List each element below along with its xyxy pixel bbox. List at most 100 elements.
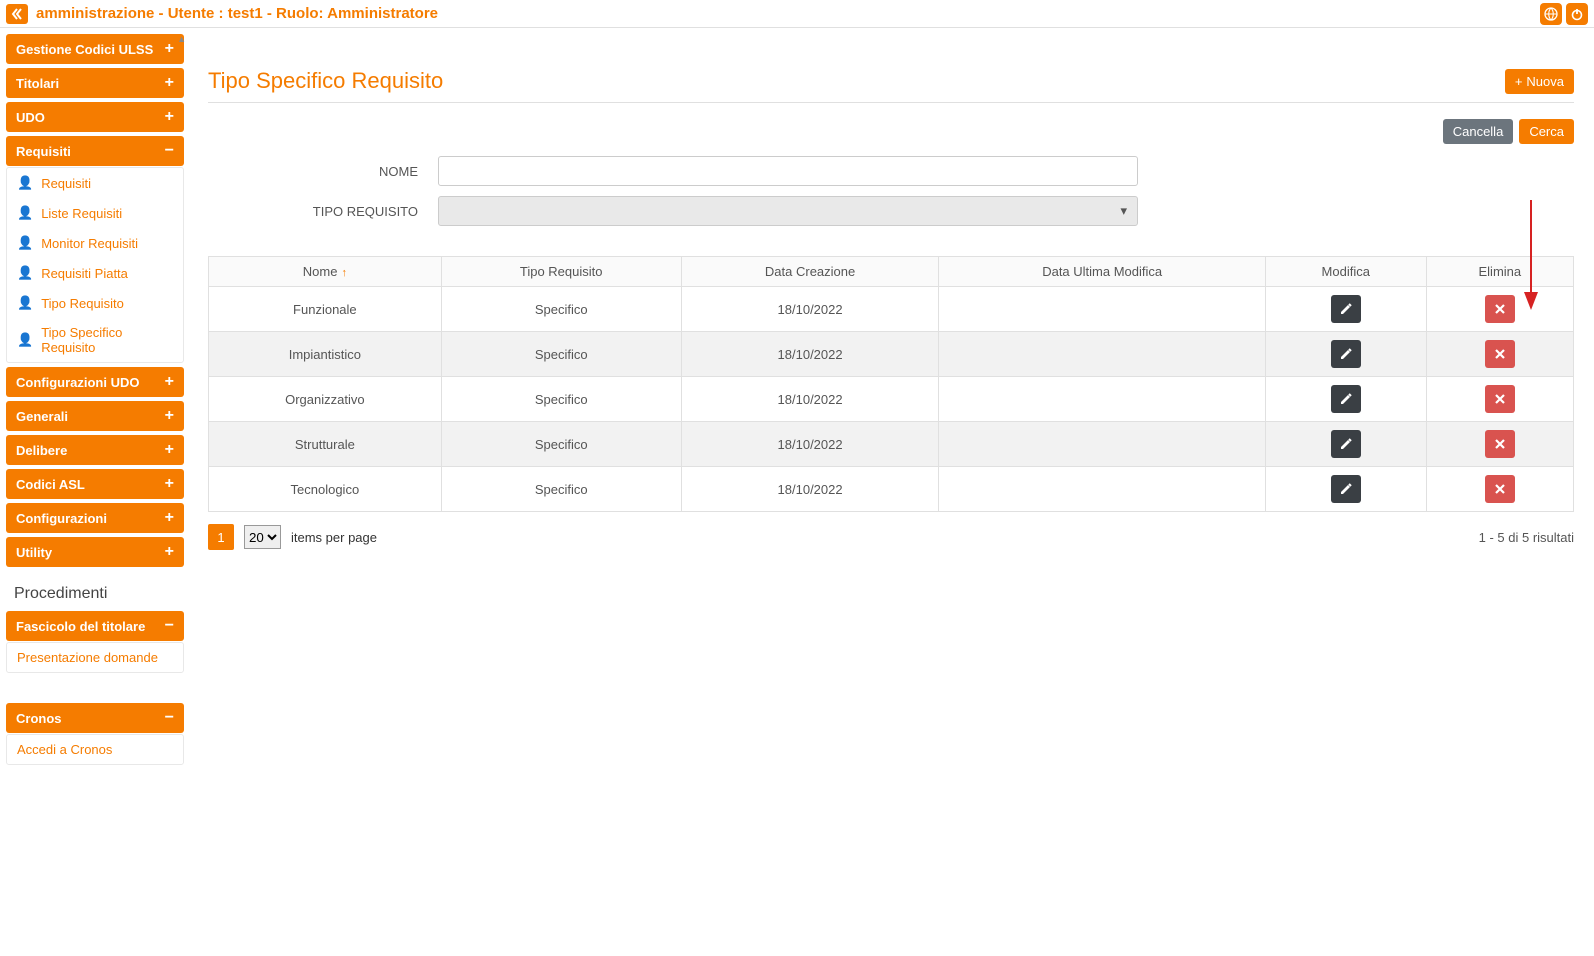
col-data-creazione[interactable]: Data Creazione bbox=[681, 257, 939, 287]
table-row: FunzionaleSpecifico18/10/2022 bbox=[209, 287, 1574, 332]
cell-nome: Tecnologico bbox=[209, 467, 442, 512]
cell-nome: Strutturale bbox=[209, 422, 442, 467]
col-modifica: Modifica bbox=[1265, 257, 1426, 287]
plus-icon: + bbox=[165, 509, 174, 527]
edit-icon bbox=[1339, 392, 1353, 406]
col-data-modifica[interactable]: Data Ultima Modifica bbox=[939, 257, 1265, 287]
search-button[interactable]: Cerca bbox=[1519, 119, 1574, 144]
edit-button[interactable] bbox=[1331, 340, 1361, 368]
sidebar-item-presentazione-domande[interactable]: Presentazione domande bbox=[7, 643, 183, 672]
cell-nome: Impiantistico bbox=[209, 332, 442, 377]
panel-label: UDO bbox=[16, 110, 45, 125]
power-button[interactable] bbox=[1566, 3, 1588, 25]
minus-icon: − bbox=[165, 142, 174, 160]
edit-icon bbox=[1339, 347, 1353, 361]
minus-icon: − bbox=[165, 709, 174, 727]
cell-data-creazione: 18/10/2022 bbox=[681, 422, 939, 467]
sidebar: ▲ Gestione Codici ULSS + Titolari + UDO … bbox=[0, 28, 188, 956]
panel-configurazioni[interactable]: Configurazioni + bbox=[6, 503, 184, 533]
panel-cronos[interactable]: Cronos − bbox=[6, 703, 184, 733]
panel-codici-asl[interactable]: Codici ASL + bbox=[6, 469, 184, 499]
cell-data-creazione: 18/10/2022 bbox=[681, 377, 939, 422]
panel-label: Requisiti bbox=[16, 144, 71, 159]
panel-label: Utility bbox=[16, 545, 52, 560]
power-icon bbox=[1570, 7, 1584, 21]
user-icon: 👤 bbox=[17, 332, 33, 348]
panel-cronos-items: Accedi a Cronos bbox=[6, 734, 184, 765]
sidebar-item-accedi-cronos[interactable]: Accedi a Cronos bbox=[7, 735, 183, 764]
app-title: amministrazione - Utente : test1 - Ruolo… bbox=[36, 5, 1536, 22]
page-title: Tipo Specifico Requisito bbox=[208, 68, 443, 94]
close-icon bbox=[1494, 393, 1506, 405]
edit-button[interactable] bbox=[1331, 475, 1361, 503]
table-row: ImpiantisticoSpecifico18/10/2022 bbox=[209, 332, 1574, 377]
delete-button[interactable] bbox=[1485, 385, 1515, 413]
minus-icon: − bbox=[165, 617, 174, 635]
cell-data-modifica bbox=[939, 377, 1265, 422]
cell-nome: Funzionale bbox=[209, 287, 442, 332]
panel-fascicolo-titolare[interactable]: Fascicolo del titolare − bbox=[6, 611, 184, 641]
panel-label: Titolari bbox=[16, 76, 59, 91]
close-icon bbox=[1494, 483, 1506, 495]
edit-button[interactable] bbox=[1331, 430, 1361, 458]
panel-requisiti[interactable]: Requisiti − bbox=[6, 136, 184, 166]
cell-data-modifica bbox=[939, 422, 1265, 467]
edit-icon bbox=[1339, 302, 1353, 316]
page-number[interactable]: 1 bbox=[208, 524, 234, 550]
sidebar-item-tipo-specifico-requisito[interactable]: 👤Tipo Specifico Requisito bbox=[7, 318, 183, 362]
cancel-button[interactable]: Cancella bbox=[1443, 119, 1514, 144]
new-button[interactable]: + Nuova bbox=[1505, 69, 1574, 94]
cell-data-modifica bbox=[939, 467, 1265, 512]
name-input[interactable] bbox=[438, 156, 1138, 186]
edit-button[interactable] bbox=[1331, 385, 1361, 413]
table-row: StrutturaleSpecifico18/10/2022 bbox=[209, 422, 1574, 467]
cell-data-modifica bbox=[939, 287, 1265, 332]
sidebar-item-monitor-requisiti[interactable]: 👤Monitor Requisiti bbox=[7, 228, 183, 258]
panel-utility[interactable]: Utility + bbox=[6, 537, 184, 567]
delete-button[interactable] bbox=[1485, 295, 1515, 323]
sort-asc-icon: ↑ bbox=[341, 267, 347, 279]
close-icon bbox=[1494, 438, 1506, 450]
delete-button[interactable] bbox=[1485, 475, 1515, 503]
close-icon bbox=[1494, 303, 1506, 315]
plus-icon: + bbox=[165, 373, 174, 391]
sidebar-item-requisiti-piatta[interactable]: 👤Requisiti Piatta bbox=[7, 258, 183, 288]
user-icon: 👤 bbox=[17, 265, 33, 281]
plus-icon: + bbox=[165, 74, 174, 92]
plus-icon: + bbox=[1515, 74, 1523, 89]
name-label: NOME bbox=[228, 164, 438, 179]
back-button[interactable] bbox=[6, 4, 28, 24]
delete-button[interactable] bbox=[1485, 430, 1515, 458]
sidebar-item-liste-requisiti[interactable]: 👤Liste Requisiti bbox=[7, 198, 183, 228]
panel-delibere[interactable]: Delibere + bbox=[6, 435, 184, 465]
col-tipo-requisito[interactable]: Tipo Requisito bbox=[441, 257, 681, 287]
user-icon: 👤 bbox=[17, 175, 33, 191]
panel-label: Fascicolo del titolare bbox=[16, 619, 145, 634]
cell-tipo: Specifico bbox=[441, 287, 681, 332]
col-nome[interactable]: Nome↑ bbox=[209, 257, 442, 287]
sidebar-item-tipo-requisito[interactable]: 👤Tipo Requisito bbox=[7, 288, 183, 318]
panel-label: Configurazioni UDO bbox=[16, 375, 140, 390]
page-size-select[interactable]: 20 bbox=[244, 525, 281, 549]
cell-tipo: Specifico bbox=[441, 332, 681, 377]
panel-gestione-codici-ulss[interactable]: Gestione Codici ULSS + bbox=[6, 34, 184, 64]
panel-udo[interactable]: UDO + bbox=[6, 102, 184, 132]
sidebar-item-requisiti[interactable]: 👤Requisiti bbox=[7, 168, 183, 198]
type-select[interactable] bbox=[438, 196, 1138, 226]
panel-configurazioni-udo[interactable]: Configurazioni UDO + bbox=[6, 367, 184, 397]
plus-icon: + bbox=[165, 40, 174, 58]
panel-requisiti-items: 👤Requisiti 👤Liste Requisiti 👤Monitor Req… bbox=[6, 167, 184, 363]
scroll-up-icon: ▲ bbox=[177, 34, 186, 44]
globe-button[interactable] bbox=[1540, 3, 1562, 25]
edit-icon bbox=[1339, 437, 1353, 451]
delete-button[interactable] bbox=[1485, 340, 1515, 368]
panel-generali[interactable]: Generali + bbox=[6, 401, 184, 431]
plus-icon: + bbox=[165, 108, 174, 126]
panel-label: Gestione Codici ULSS bbox=[16, 42, 153, 57]
type-label: TIPO REQUISITO bbox=[228, 204, 438, 219]
results-info: 1 - 5 di 5 risultati bbox=[1479, 530, 1574, 545]
panel-titolari[interactable]: Titolari + bbox=[6, 68, 184, 98]
cell-data-creazione: 18/10/2022 bbox=[681, 287, 939, 332]
user-icon: 👤 bbox=[17, 205, 33, 221]
edit-button[interactable] bbox=[1331, 295, 1361, 323]
